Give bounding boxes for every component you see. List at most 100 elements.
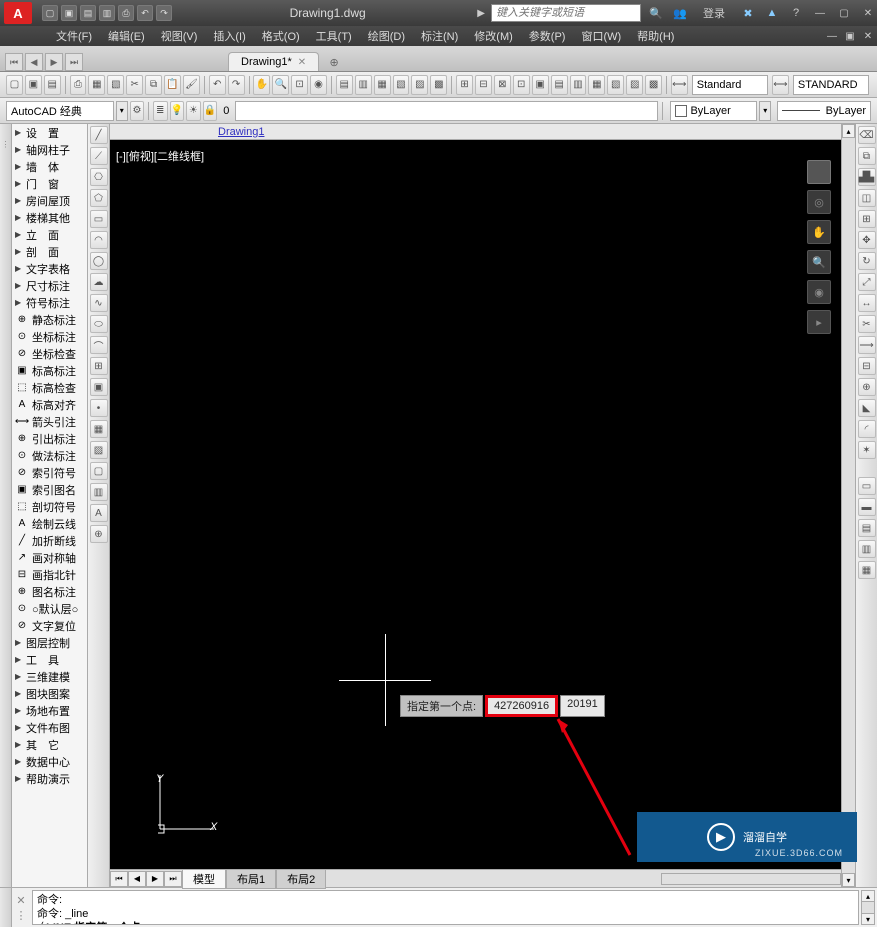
panel-item[interactable]: ⊕图名标注 <box>12 583 87 600</box>
user-icon[interactable]: 👥 <box>671 4 689 22</box>
doc-minimize-button[interactable]: — <box>823 28 841 44</box>
markup-icon[interactable]: ▨ <box>411 75 428 95</box>
panel-item[interactable]: ⊕静态标注 <box>12 311 87 328</box>
publish-icon[interactable]: ▧ <box>107 75 124 95</box>
tb-k-icon[interactable]: ▩ <box>645 75 662 95</box>
ltab-last-icon[interactable]: ⏭ <box>164 871 182 887</box>
vscrollbar[interactable]: ▴ ▾ <box>841 124 855 887</box>
mtext-icon[interactable]: A <box>90 504 108 522</box>
command-text[interactable]: 命令: 命令: _line ╱ LINE 指定第一个点: <box>32 890 859 925</box>
style1-dropdown[interactable]: Standard <box>692 75 768 95</box>
orbit-icon[interactable]: ◉ <box>310 75 327 95</box>
move-icon[interactable]: ✥ <box>858 231 876 249</box>
ellipse-icon[interactable]: ⬭ <box>90 315 108 333</box>
table-icon[interactable]: ▥ <box>90 483 108 501</box>
erase-icon[interactable]: ⌫ <box>858 126 876 144</box>
panel-item[interactable]: ▶轴网柱子 <box>12 141 87 158</box>
tools-icon[interactable]: ▦ <box>374 75 391 95</box>
drawing-area[interactable]: Drawing1 [-][俯视][二维线框] 指定第一个点: 427260916… <box>110 124 841 887</box>
m2-icon[interactable]: ▬ <box>858 498 876 516</box>
panel-item[interactable]: ▶工 具 <box>12 651 87 668</box>
join-icon[interactable]: ⊕ <box>858 378 876 396</box>
cmd-handle[interactable] <box>0 888 12 927</box>
array-icon[interactable]: ⊞ <box>858 210 876 228</box>
orbit2-icon[interactable]: ◉ <box>807 280 831 304</box>
help-icon[interactable]: ? <box>787 4 805 22</box>
menu-param[interactable]: 参数(P) <box>521 28 574 44</box>
m3-icon[interactable]: ▤ <box>858 519 876 537</box>
tab-last-icon[interactable]: ⏭ <box>65 53 83 71</box>
dyn-x-input[interactable]: 427260916 <box>485 695 558 717</box>
color-pick-icon[interactable]: ▾ <box>759 101 771 121</box>
panel-item[interactable]: ▶设 置 <box>12 124 87 141</box>
preview-icon[interactable]: ▦ <box>88 75 105 95</box>
save-icon[interactable]: ▤ <box>44 75 61 95</box>
cmd-grip[interactable]: ✕ ⋮ <box>12 888 30 927</box>
panel-item[interactable]: ↗画对称轴 <box>12 549 87 566</box>
m5-icon[interactable]: ▦ <box>858 561 876 579</box>
region-icon[interactable]: ▢ <box>90 462 108 480</box>
panel-item[interactable]: ▶三维建模 <box>12 668 87 685</box>
tb-c-icon[interactable]: ⊠ <box>494 75 511 95</box>
sun-icon[interactable]: ☀ <box>186 101 201 121</box>
cmd-scrollbar[interactable]: ▴▾ <box>861 890 875 925</box>
panel-item[interactable]: ▶文件布图 <box>12 719 87 736</box>
viewport-label[interactable]: [-][俯视][二维线框] <box>116 148 204 164</box>
panel-item[interactable]: ⊟画指北针 <box>12 566 87 583</box>
layout-tab-2[interactable]: 布局2 <box>276 869 326 889</box>
tb-i-icon[interactable]: ▧ <box>607 75 624 95</box>
breadcrumb-doc[interactable]: Drawing1 <box>218 126 264 138</box>
app-logo[interactable]: A <box>4 2 32 24</box>
menu-tools[interactable]: 工具(T) <box>308 28 360 44</box>
rect-icon[interactable]: ▭ <box>90 210 108 228</box>
panel-item[interactable]: ⟷箭头引注 <box>12 413 87 430</box>
tab-new-icon[interactable]: ⊕ <box>325 53 343 71</box>
tb-h-icon[interactable]: ▦ <box>588 75 605 95</box>
panel-item[interactable]: ⬚剖切符号 <box>12 498 87 515</box>
ltab-next-icon[interactable]: ▶ <box>146 871 164 887</box>
panel-item[interactable]: ▶符号标注 <box>12 294 87 311</box>
zoom-icon[interactable]: 🔍 <box>272 75 289 95</box>
panel-item[interactable]: ╱加折断线 <box>12 532 87 549</box>
workspace-dropdown[interactable]: AutoCAD 经典 <box>6 101 114 121</box>
color-dropdown[interactable]: ByLayer <box>670 101 757 121</box>
insert-icon[interactable]: ⊞ <box>90 357 108 375</box>
tb-b-icon[interactable]: ⊟ <box>475 75 492 95</box>
a360-icon[interactable]: ▲ <box>763 4 781 22</box>
panel-item[interactable]: A标高对齐 <box>12 396 87 413</box>
rotate-icon[interactable]: ↻ <box>858 252 876 270</box>
sheets-icon[interactable]: ▧ <box>393 75 410 95</box>
gear-icon[interactable]: ⚙ <box>130 101 145 121</box>
dim-icon[interactable]: ⟷ <box>671 75 688 95</box>
panel-item[interactable]: ⊙做法标注 <box>12 447 87 464</box>
panel-item[interactable]: ▶场地布置 <box>12 702 87 719</box>
menu-format[interactable]: 格式(O) <box>254 28 308 44</box>
pan-icon[interactable]: ✋ <box>253 75 270 95</box>
menu-insert[interactable]: 插入(I) <box>205 28 253 44</box>
fillet-icon[interactable]: ◜ <box>858 420 876 438</box>
gradient-icon[interactable]: ▨ <box>90 441 108 459</box>
pline-icon[interactable]: ⎔ <box>90 168 108 186</box>
close-button[interactable]: ✕ <box>859 5 877 21</box>
style2-dropdown[interactable]: STANDARD <box>793 75 869 95</box>
matchprop-icon[interactable]: 🖌 <box>183 75 200 95</box>
tb-f-icon[interactable]: ▤ <box>551 75 568 95</box>
menu-draw[interactable]: 绘图(D) <box>360 28 413 44</box>
panel-item[interactable]: ▶数据中心 <box>12 753 87 770</box>
stretch-icon[interactable]: ↔ <box>858 294 876 312</box>
tab-first-icon[interactable]: ⏮ <box>5 53 23 71</box>
wheel-icon[interactable]: ◎ <box>807 190 831 214</box>
arc-icon[interactable]: ◠ <box>90 231 108 249</box>
panel-item[interactable]: ⊙坐标标注 <box>12 328 87 345</box>
cmd-close-icon[interactable]: ✕ <box>14 893 28 907</box>
menu-file[interactable]: 文件(F) <box>48 28 100 44</box>
qat-saveas-icon[interactable]: ▥ <box>99 5 115 21</box>
m1-icon[interactable]: ▭ <box>858 477 876 495</box>
line-icon[interactable]: ╱ <box>90 126 108 144</box>
panel-item[interactable]: ▶楼梯其他 <box>12 209 87 226</box>
menu-window[interactable]: 窗口(W) <box>573 28 629 44</box>
panel-item[interactable]: ⊙○默认层○ <box>12 600 87 617</box>
ltab-first-icon[interactable]: ⏮ <box>110 871 128 887</box>
ltab-prev-icon[interactable]: ◀ <box>128 871 146 887</box>
panel-item[interactable]: ▶图层控制 <box>12 634 87 651</box>
